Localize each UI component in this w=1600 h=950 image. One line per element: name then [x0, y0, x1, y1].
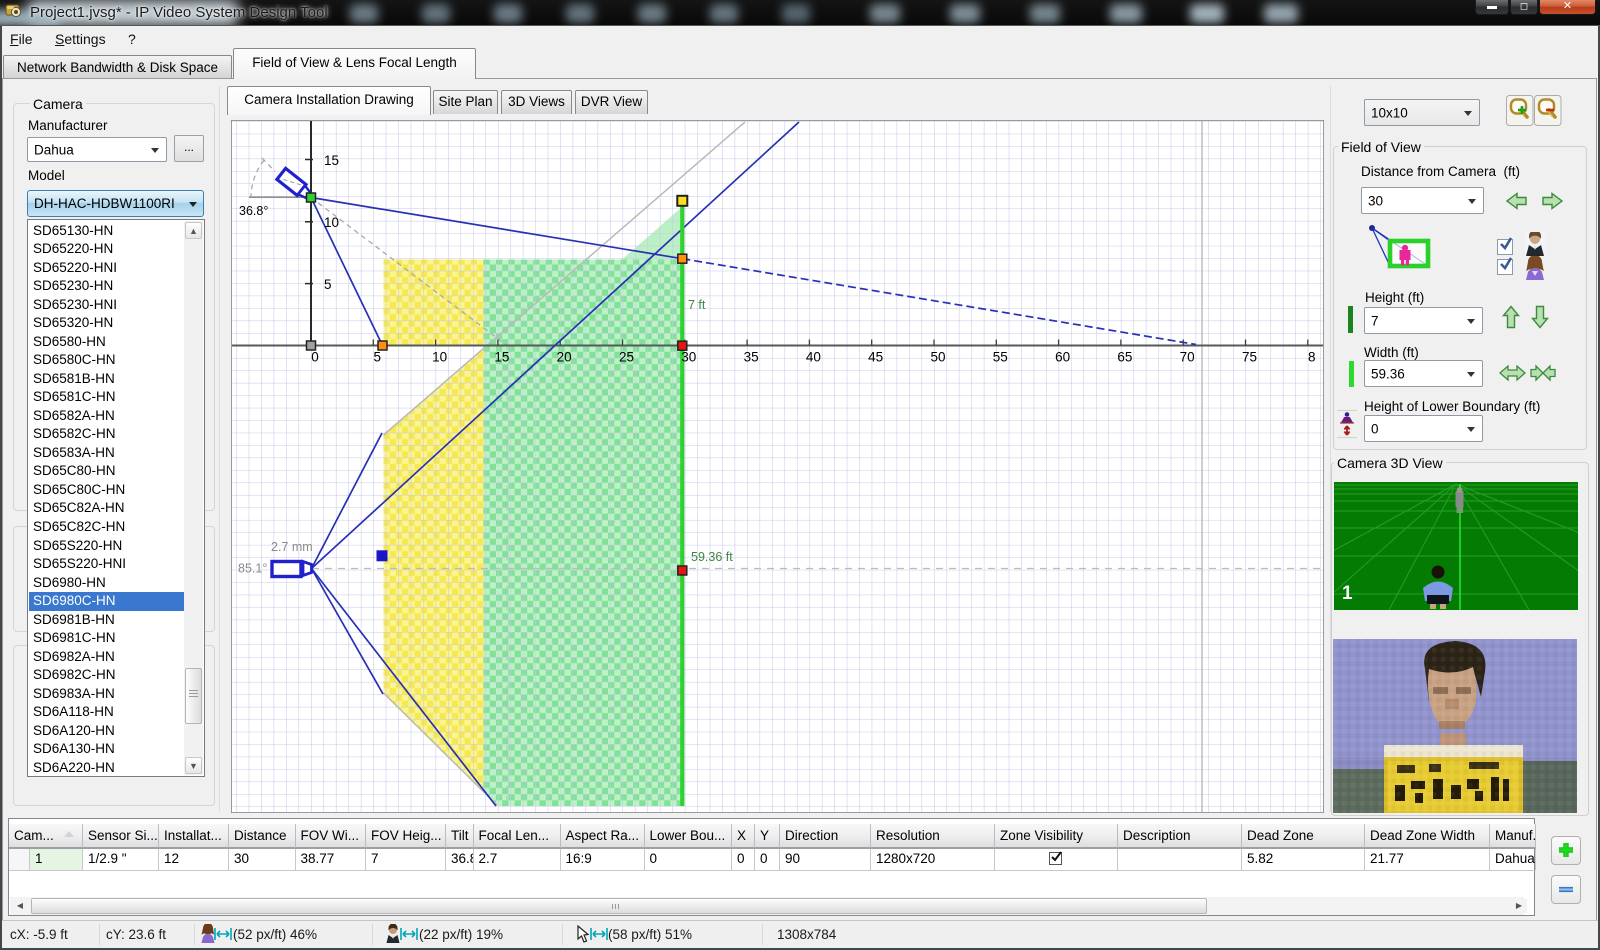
svg-text:36.8°: 36.8°	[239, 204, 268, 218]
svg-text:55: 55	[993, 350, 1008, 365]
svg-text:70: 70	[1180, 350, 1195, 365]
svg-text:8: 8	[1308, 350, 1316, 365]
svg-text:75: 75	[1242, 350, 1257, 365]
svg-text:40: 40	[806, 350, 821, 365]
svg-text:10: 10	[432, 350, 447, 365]
svg-text:85.1°: 85.1°	[238, 562, 267, 576]
svg-text:10: 10	[324, 215, 339, 230]
svg-text:15: 15	[324, 153, 339, 168]
svg-text:50: 50	[930, 350, 945, 365]
svg-text:0: 0	[311, 350, 319, 365]
svg-text:1: 1	[1342, 583, 1353, 604]
svg-text:45: 45	[868, 350, 883, 365]
svg-text:35: 35	[744, 350, 759, 365]
svg-text:20: 20	[557, 350, 572, 365]
svg-text:15: 15	[494, 350, 509, 365]
svg-text:30: 30	[681, 350, 696, 365]
svg-text:5: 5	[324, 277, 332, 292]
svg-text:7 ft: 7 ft	[688, 298, 706, 312]
svg-text:5: 5	[374, 350, 382, 365]
svg-text:65: 65	[1117, 350, 1132, 365]
svg-text:60: 60	[1055, 350, 1070, 365]
svg-text:59.36 ft: 59.36 ft	[691, 550, 733, 564]
svg-text:25: 25	[619, 350, 634, 365]
svg-text:2.7 mm: 2.7 mm	[271, 540, 313, 554]
